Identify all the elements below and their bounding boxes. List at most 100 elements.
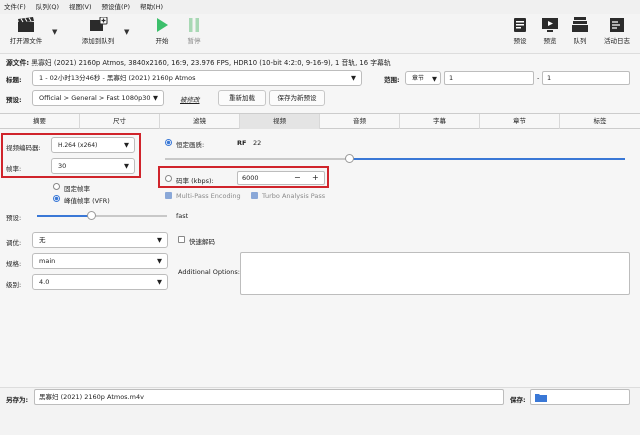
title-select[interactable]: 1 - 02小时13分46秒 - 黑寡妇 (2021) 2160p Atmos … <box>32 70 362 86</box>
presets-icon <box>514 18 526 32</box>
queue-label: 队列 <box>573 37 587 45</box>
menu-help[interactable]: 帮助(H) <box>136 0 169 14</box>
range-start-field[interactable]: 1 <box>444 71 534 85</box>
preset-slider-fill <box>37 215 92 217</box>
chevron-down-icon: ▼ <box>432 75 437 83</box>
save-to-label: 保存: <box>510 396 526 404</box>
open-source-dropdown-icon[interactable]: ▼ <box>52 28 57 36</box>
preset-path-2: Fast 1080p30 <box>106 94 151 102</box>
highlight-box-encoder <box>1 133 141 178</box>
queue-icon <box>572 17 588 32</box>
menu-bar: 文件(F) 队列(Q) 视图(V) 预设值(P) 帮助(H) <box>0 0 640 14</box>
pause-button[interactable]: 暂停 <box>180 17 208 45</box>
menu-presets[interactable]: 预设值(P) <box>98 0 137 14</box>
activity-log-label: 活动日志 <box>604 37 630 45</box>
open-source-button[interactable]: 打开源文件 <box>6 17 46 45</box>
activity-log-button[interactable]: 活动日志 <box>600 17 634 45</box>
rf-slider-fill <box>349 158 625 160</box>
chevron-down-icon: ▼ <box>153 94 158 102</box>
rf-slider[interactable] <box>344 154 354 163</box>
tune-value: 无 <box>39 236 46 244</box>
start-label: 开始 <box>155 37 169 45</box>
menu-queue[interactable]: 队列(Q) <box>32 0 65 14</box>
menu-file[interactable]: 文件(F) <box>0 0 32 14</box>
tab-chapters[interactable]: 章节 <box>480 114 560 129</box>
source-label: 源文件: <box>6 59 30 67</box>
tab-video[interactable]: 视频 <box>240 114 320 129</box>
multipass-label: Multi-Pass Encoding <box>176 192 241 200</box>
tab-dimensions[interactable]: 尺寸 <box>80 114 160 129</box>
presets-button[interactable]: 预设 <box>508 17 532 45</box>
pfr-label: 峰值帧率 (VFR) <box>64 197 110 205</box>
toolbar: 打开源文件 ▼ 添加到队列 ▼ 开始 暂停 预设 预览 队列 活动日志 <box>0 14 640 54</box>
additional-options-field[interactable] <box>240 252 630 295</box>
range-type-value: 章节 <box>412 75 425 82</box>
preview-button[interactable]: 预览 <box>538 17 562 45</box>
add-queue-button[interactable]: 添加到队列 <box>76 17 120 45</box>
preset-slider[interactable] <box>87 211 97 220</box>
save-new-preset-button[interactable]: 保存为新预设 <box>269 90 325 106</box>
tab-tags[interactable]: 标签 <box>560 114 640 129</box>
menu-view[interactable]: 视图(V) <box>65 0 98 14</box>
preset-speed-value: fast <box>176 212 189 220</box>
save-as-label: 另存为: <box>6 396 29 404</box>
save-as-filename: 黑寡妇 (2021) 2160p Atmos.m4v <box>39 393 144 401</box>
range-separator: - <box>537 74 540 82</box>
tune-select[interactable]: 无 ▼ <box>32 232 168 248</box>
range-end-value: 1 <box>547 74 552 82</box>
range-type-select[interactable]: 章节 ▼ <box>405 71 441 85</box>
tab-filters[interactable]: 滤镜 <box>160 114 240 129</box>
constant-quality-radio[interactable] <box>165 139 172 146</box>
pause-label: 暂停 <box>187 37 201 45</box>
fastdecode-checkbox[interactable] <box>178 236 185 243</box>
clapperboard-icon <box>18 17 34 32</box>
activity-log-icon <box>610 18 624 32</box>
play-icon <box>157 18 168 32</box>
constant-quality-label: 恒定画质: <box>176 141 205 149</box>
turbo-label: Turbo Analysis Pass <box>262 192 326 200</box>
presets-label: 预设 <box>513 37 527 45</box>
add-to-queue-icon <box>90 17 108 31</box>
add-queue-dropdown-icon[interactable]: ▼ <box>124 28 129 36</box>
tab-bar: 摘要 尺寸 滤镜 视频 音频 字幕 章节 标签 <box>0 113 640 129</box>
pause-icon <box>189 18 199 32</box>
tab-audio[interactable]: 音频 <box>320 114 400 129</box>
level-label: 级别: <box>6 281 22 289</box>
tab-summary[interactable]: 摘要 <box>0 114 80 129</box>
profile-select[interactable]: main ▼ <box>32 253 168 269</box>
preset-select[interactable]: Official > General > Fast 1080p30 ▼ <box>32 90 164 106</box>
save-to-folder-select[interactable] <box>530 389 630 405</box>
reload-button[interactable]: 重新加载 <box>218 90 266 106</box>
preset-modified-label: 被修改 <box>180 96 200 104</box>
level-select[interactable]: 4.0 ▼ <box>32 274 168 290</box>
chevron-down-icon: ▼ <box>157 257 162 265</box>
add-queue-label: 添加到队列 <box>81 37 115 45</box>
tune-label: 调优: <box>6 239 22 247</box>
profile-label: 规格: <box>6 260 22 268</box>
preset-path-sep: > <box>63 94 70 102</box>
pfr-radio[interactable] <box>53 195 60 202</box>
turbo-checkbox[interactable] <box>251 192 258 199</box>
cfr-radio[interactable] <box>53 183 60 190</box>
rf-label: RF <box>237 139 247 147</box>
chevron-down-icon: ▼ <box>351 74 356 82</box>
queue-button[interactable]: 队列 <box>568 17 592 45</box>
level-value: 4.0 <box>39 278 50 286</box>
chevron-down-icon: ▼ <box>157 278 162 286</box>
title-select-value: 1 - 02小时13分46秒 - 黑寡妇 (2021) 2160p Atmos <box>39 74 196 82</box>
multipass-checkbox[interactable] <box>165 192 172 199</box>
preview-icon <box>542 18 558 32</box>
tab-subtitles[interactable]: 字幕 <box>400 114 480 129</box>
title-label: 标题: <box>6 76 22 84</box>
open-source-label: 打开源文件 <box>9 37 43 45</box>
start-button[interactable]: 开始 <box>148 17 176 45</box>
preset-path-0: Official <box>39 94 62 102</box>
additional-options-label: Additional Options: <box>178 268 240 276</box>
range-end-field[interactable]: 1 <box>542 71 630 85</box>
preset-label: 预设: <box>6 96 22 104</box>
cfr-label: 固定帧率 <box>64 185 90 193</box>
chevron-down-icon: ▼ <box>157 236 162 244</box>
preview-label: 预览 <box>543 37 557 45</box>
profile-value: main <box>39 257 56 265</box>
save-as-field[interactable]: 黑寡妇 (2021) 2160p Atmos.m4v <box>34 389 504 405</box>
